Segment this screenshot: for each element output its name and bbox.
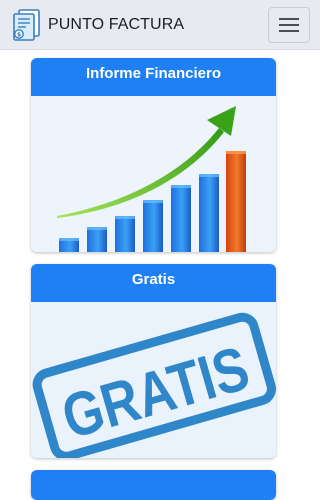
- svg-text:$: $: [17, 30, 22, 38]
- hamburger-menu-icon: [279, 18, 299, 32]
- card-3[interactable]: [31, 470, 276, 500]
- gratis-stamp-icon: GRATIS: [32, 312, 276, 458]
- card-image[interactable]: GRATIS: [31, 302, 276, 458]
- navbar: $ PUNTO FACTURA: [0, 0, 320, 50]
- brand-title: PUNTO FACTURA: [48, 16, 185, 33]
- card-image[interactable]: [31, 96, 276, 252]
- bar-3: [115, 216, 135, 252]
- invoice-document-icon: $: [13, 9, 40, 41]
- card-informe-financiero[interactable]: Informe Financiero: [31, 58, 276, 252]
- menu-toggle-button[interactable]: [268, 7, 310, 43]
- chart-bars: [59, 151, 246, 252]
- brand[interactable]: $ PUNTO FACTURA: [10, 8, 184, 42]
- card-gratis[interactable]: Gratis GRATIS: [31, 264, 276, 458]
- bar-5: [171, 185, 191, 252]
- bar-7: [226, 151, 246, 252]
- bar-2: [87, 227, 107, 252]
- card-title: Gratis: [31, 264, 276, 302]
- card-title: Informe Financiero: [31, 58, 276, 96]
- bar-6: [199, 174, 219, 252]
- bar-4: [143, 200, 163, 252]
- growth-bar-chart-with-arrow-icon: [57, 106, 246, 252]
- card-title: [31, 470, 276, 500]
